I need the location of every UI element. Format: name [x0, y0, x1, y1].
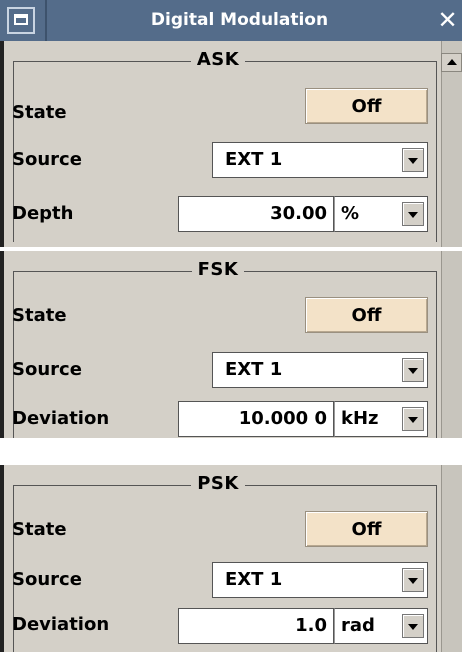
fsk-legend: FSK — [0, 259, 436, 280]
psk-source-select[interactable]: EXT 1 — [212, 562, 428, 598]
psk-legend: PSK — [0, 473, 436, 494]
chevron-down-icon[interactable] — [402, 202, 424, 226]
fsk-state-label: State — [12, 305, 67, 326]
psk-state-button[interactable]: Off — [305, 511, 428, 547]
chevron-down-icon[interactable] — [402, 614, 424, 638]
fsk-legend-text: FSK — [191, 259, 245, 280]
ask-source-select[interactable]: EXT 1 — [212, 142, 428, 178]
chevron-down-icon[interactable] — [402, 358, 424, 382]
ask-depth-label: Depth — [12, 203, 74, 224]
ask-depth-unit-select[interactable]: % — [334, 196, 428, 232]
psk-source-label: Source — [12, 569, 82, 590]
ask-source-value: EXT 1 — [225, 149, 283, 170]
window-menu-icon[interactable] — [7, 7, 35, 34]
chevron-down-icon[interactable] — [402, 407, 424, 431]
fsk-state-button[interactable]: Off — [305, 297, 428, 333]
ask-panel: ASK State Off Source EXT 1 Depth 30.00 % — [0, 41, 462, 247]
title-bar: Digital Modulation ✕ — [0, 0, 462, 41]
psk-deviation-input[interactable]: 1.0 — [178, 608, 334, 644]
ask-source-label: Source — [12, 149, 82, 170]
fsk-deviation-label: Deviation — [12, 408, 110, 429]
chevron-down-icon[interactable] — [402, 148, 424, 172]
fsk-source-label: Source — [12, 359, 82, 380]
scroll-up-arrow-icon[interactable] — [441, 53, 462, 72]
psk-state-label: State — [12, 519, 67, 540]
vertical-scrollbar[interactable] — [441, 465, 462, 652]
fsk-source-value: EXT 1 — [225, 359, 283, 380]
fsk-deviation-unit: kHz — [341, 408, 379, 429]
fsk-deviation-unit-select[interactable]: kHz — [334, 401, 428, 437]
ask-legend-text: ASK — [190, 49, 246, 70]
ask-depth-input[interactable]: 30.00 — [178, 196, 334, 232]
psk-deviation-value: 1.0 — [295, 615, 327, 636]
ask-state-label: State — [12, 102, 67, 123]
vertical-scrollbar[interactable] — [441, 251, 462, 438]
psk-deviation-label: Deviation — [12, 614, 110, 635]
psk-source-value: EXT 1 — [225, 569, 283, 590]
fsk-source-select[interactable]: EXT 1 — [212, 352, 428, 388]
window-title: Digital Modulation — [150, 10, 329, 30]
fsk-panel: FSK State Off Source EXT 1 Deviation 10.… — [0, 251, 462, 438]
close-icon[interactable]: ✕ — [433, 0, 462, 41]
fsk-deviation-input[interactable]: 10.000 0 — [178, 401, 334, 437]
fsk-deviation-value: 10.000 0 — [238, 408, 327, 429]
panel-edge — [0, 41, 4, 247]
ask-depth-value: 30.00 — [270, 203, 327, 224]
psk-panel: PSK State Off Source EXT 1 Deviation 1.0… — [0, 465, 462, 652]
psk-deviation-unit-select[interactable]: rad — [334, 608, 428, 644]
psk-legend-text: PSK — [191, 473, 245, 494]
ask-legend: ASK — [0, 49, 436, 70]
ask-depth-unit: % — [341, 203, 360, 224]
psk-deviation-unit: rad — [341, 615, 375, 636]
ask-state-button[interactable]: Off — [305, 88, 428, 124]
chevron-down-icon[interactable] — [402, 568, 424, 592]
